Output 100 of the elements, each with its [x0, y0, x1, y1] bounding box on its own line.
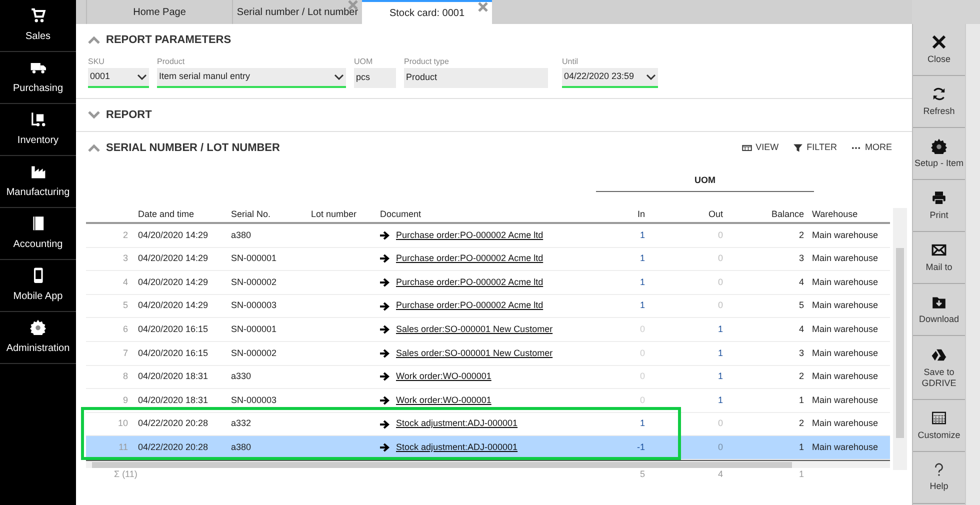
table-cell-text: 0 — [716, 299, 724, 312]
table-cell-text: 04/20/2020 16:15 — [138, 322, 210, 336]
table-cell-text: SN-000001 — [231, 252, 278, 266]
table-cell-text: 0 — [716, 417, 724, 430]
table-cell-text: 0 — [716, 228, 724, 242]
column-header[interactable]: Out — [651, 208, 729, 222]
section-title: SERIAL NUMBER / LOT NUMBER — [106, 140, 280, 156]
toolbar-action[interactable]: VIEW — [742, 141, 779, 155]
table-cell-text: Main warehouse — [811, 440, 878, 454]
row-number: 2 — [122, 228, 129, 242]
table-cell-text: SN-000001 — [231, 322, 278, 336]
chevron-down-icon — [334, 74, 344, 80]
close-icon[interactable] — [478, 2, 488, 12]
table-cell-text: 0 — [716, 440, 724, 454]
table-row[interactable]: 11 04/22/2020 20:28 a380 Stock adjustment:ADJ-000001 -1 0 1 Main warehouse — [86, 436, 890, 460]
gear-icon — [30, 319, 46, 335]
close-icon — [931, 34, 947, 50]
collapse-icon[interactable] — [88, 144, 100, 152]
table-cell-text: 1 — [716, 322, 724, 336]
table-cell-text: -1 — [636, 440, 646, 454]
arrow-right-icon — [380, 420, 390, 429]
row-number: 8 — [122, 370, 129, 384]
column-group-header: UOM — [596, 174, 814, 192]
table-cell-text: 04/20/2020 16:15 — [138, 346, 210, 360]
arrow-right-icon — [380, 348, 390, 358]
dropdown-field[interactable]: 04/22/2020 23:59 — [562, 68, 658, 88]
column-header[interactable]: Serial No. — [231, 208, 311, 222]
arrow-right-icon — [380, 396, 390, 405]
table-cell-text: a330 — [231, 370, 252, 384]
field-label: Product type — [404, 56, 450, 68]
expand-icon[interactable] — [88, 111, 100, 119]
table-cell-text: 1 — [716, 346, 724, 360]
field-label: SKU — [88, 56, 106, 68]
toolbar-action[interactable]: FILTER — [792, 141, 837, 155]
collapse-icon[interactable] — [88, 36, 100, 44]
table-cell-text: Main warehouse — [811, 228, 878, 242]
column-header[interactable]: Warehouse — [808, 208, 878, 222]
table-cell-text: SN-000002 — [231, 346, 278, 360]
table-cell-text: SN-000003 — [231, 299, 278, 312]
arrow-right-icon — [380, 372, 390, 382]
document-link[interactable]: Stock adjustment:ADJ-000001 — [396, 440, 518, 454]
table-cell-text: 1 — [716, 394, 724, 407]
total-cell-text: 1 — [798, 468, 805, 482]
column-header[interactable]: Document — [380, 208, 567, 222]
table-cell-text: 4 — [798, 276, 805, 289]
table-cell-text: 1 — [638, 299, 646, 312]
document-link[interactable]: Work order:WO-000001 — [396, 394, 492, 408]
row-number: 10 — [116, 417, 129, 430]
column-header[interactable]: Lot number — [311, 208, 380, 222]
column-header[interactable]: Date and time — [138, 208, 231, 222]
scrollbar[interactable] — [965, 24, 980, 505]
chevron-down-icon — [646, 74, 656, 80]
table-row[interactable]: 3 04/20/2020 14:29 SN-000001 Purchase order:PO-000002 Acme ltd 1 0 3 Main warehouse — [86, 248, 890, 272]
row-number: 3 — [122, 252, 129, 266]
vertical-scrollbar[interactable] — [893, 208, 907, 470]
column-header[interactable]: In — [567, 208, 651, 222]
row-number: 6 — [122, 322, 129, 336]
document-link[interactable]: Sales order:SO-000001 New Customer — [396, 346, 553, 360]
tab[interactable]: Stock card: 0001 — [362, 0, 492, 24]
table-cell-text: 4 — [798, 322, 805, 336]
toolbar-action[interactable]: MORE — [851, 141, 892, 155]
column-header[interactable]: Balance — [729, 208, 808, 222]
arrow-right-icon — [380, 325, 390, 334]
table-cell-text: a380 — [231, 228, 252, 242]
table-cell-text: Main warehouse — [811, 299, 878, 312]
document-link[interactable]: Sales order:SO-000001 New Customer — [396, 322, 553, 336]
table-cell-text: 04/20/2020 18:31 — [138, 370, 210, 384]
table-cell-text: Main warehouse — [811, 417, 878, 430]
triangle-logo-icon — [931, 346, 947, 362]
arrow-right-icon — [380, 443, 390, 452]
scrollbar-thumb[interactable] — [92, 462, 792, 468]
refresh-icon — [931, 86, 947, 102]
question-mark-icon — [934, 463, 944, 477]
table-cell-text: 1 — [716, 370, 724, 384]
table-cell-text: 04/20/2020 14:29 — [138, 276, 210, 289]
table-cell-text: a332 — [231, 417, 252, 430]
document-link[interactable]: Purchase order:PO-000002 Acme ltd — [396, 299, 544, 313]
envelope-icon — [931, 242, 947, 258]
document-link[interactable]: Work order:WO-000001 — [396, 370, 492, 384]
total-cell-text: 4 — [716, 468, 724, 482]
document-link[interactable]: Purchase order:PO-000002 Acme ltd — [396, 228, 544, 242]
row-number: 11 — [118, 440, 129, 454]
dropdown-field[interactable]: 0001 — [88, 68, 149, 88]
table-cell-text: 2 — [798, 370, 805, 384]
field-label: Until — [562, 56, 580, 68]
table-cell-text: 1 — [638, 417, 646, 430]
row-number: 5 — [122, 299, 129, 312]
cart-icon — [30, 7, 46, 23]
table-cell-text: 3 — [798, 252, 805, 266]
dropdown-field[interactable]: Item serial manul entry — [157, 68, 346, 88]
grid-icon — [931, 410, 947, 426]
document-link[interactable]: Stock adjustment:ADJ-000001 — [396, 417, 518, 431]
document-link[interactable]: Purchase order:PO-000002 Acme ltd — [396, 276, 544, 290]
folder-download-icon — [931, 294, 947, 310]
table-cell-text: 1 — [638, 252, 646, 266]
table-cell-text: a380 — [231, 440, 252, 454]
table-cell-text: 3 — [798, 346, 805, 360]
table-cell-text: 1 — [638, 276, 646, 289]
forklift-icon — [30, 111, 46, 127]
document-link[interactable]: Purchase order:PO-000002 Acme ltd — [396, 252, 544, 266]
